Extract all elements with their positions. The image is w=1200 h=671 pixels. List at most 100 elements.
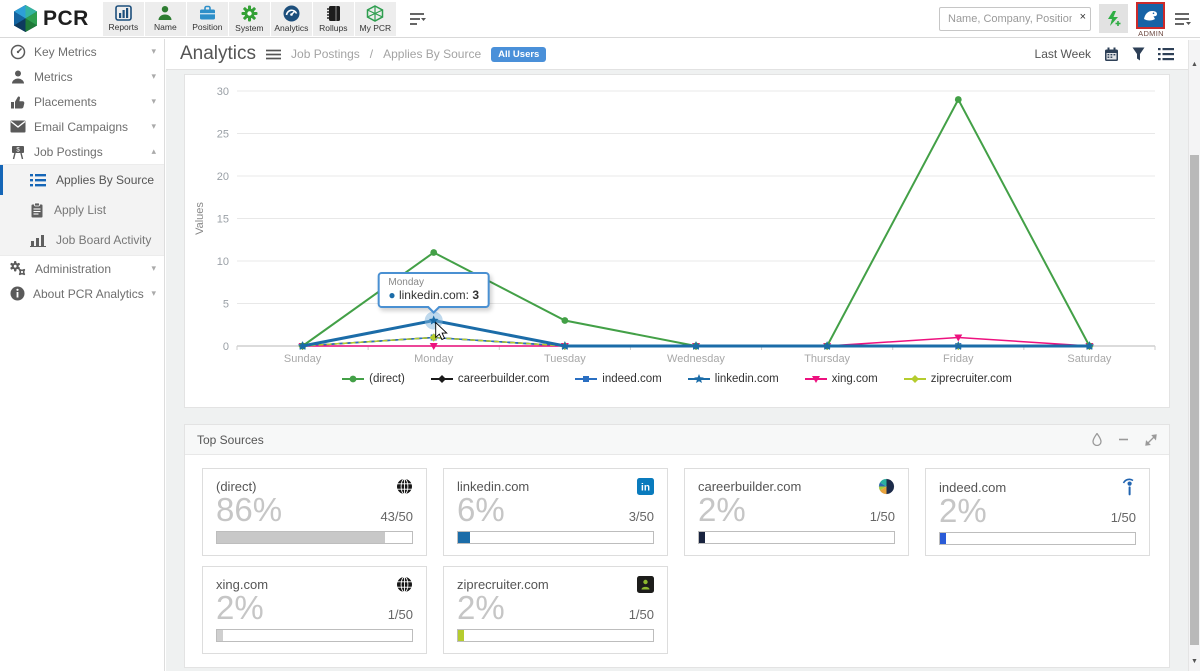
chevron-down-icon: ▾	[151, 46, 156, 56]
source-card[interactable]: careerbuilder.com 2% 1/50	[684, 468, 909, 556]
sidebar-item-label: Metrics	[34, 69, 73, 84]
hexagon-icon	[367, 4, 384, 22]
envelope-icon	[10, 120, 26, 133]
date-range-label[interactable]: Last Week	[1035, 47, 1091, 61]
svg-text:Values: Values	[194, 202, 206, 235]
legend-label: ziprecruiter.com	[930, 373, 1012, 385]
list-view-icon[interactable]	[1158, 47, 1174, 61]
calendar-icon[interactable]	[1104, 47, 1119, 62]
legend-item[interactable]: ziprecruiter.com	[903, 373, 1012, 385]
indeed-icon	[1122, 478, 1134, 496]
vertical-scrollbar[interactable]: ▲ ▼	[1188, 40, 1200, 671]
search-input[interactable]	[939, 6, 1091, 31]
sidebar-item-label: Email Campaigns	[34, 119, 129, 134]
nav-button-reports[interactable]: Reports	[102, 1, 144, 36]
nav-button-system[interactable]: System	[228, 1, 270, 36]
breadcrumb-page: Applies By Source	[383, 47, 482, 61]
droplet-icon[interactable]	[1092, 433, 1102, 446]
nav-button-name[interactable]: Name	[144, 1, 186, 36]
sidebar-item-job-board-activity[interactable]: Job Board Activity	[0, 225, 164, 255]
sidebar-item-label: About PCR Analytics	[33, 286, 144, 301]
breadcrumb-section[interactable]: Job Postings	[291, 47, 360, 61]
sidebar-item-label: Job Postings	[34, 144, 103, 159]
nav-button-my-pcr[interactable]: My PCR	[354, 1, 396, 36]
nav-button-label: Name	[154, 22, 177, 32]
all-users-badge[interactable]: All Users	[491, 46, 547, 62]
legend-item[interactable]: xing.com	[804, 373, 878, 385]
sidebar-item-about-pcr-analytics[interactable]: About PCR Analytics ▾	[0, 281, 164, 306]
sidebar-item-apply-list[interactable]: Apply List	[0, 195, 164, 225]
svg-text:Friday: Friday	[943, 353, 974, 365]
svg-text:15: 15	[217, 214, 229, 226]
svg-text:10: 10	[217, 256, 229, 268]
sidebar-item-email-campaigns[interactable]: Email Campaigns ▾	[0, 114, 164, 139]
main-content: Analytics Job Postings / Applies By Sour…	[166, 39, 1188, 671]
gear-icon	[241, 5, 258, 21]
linkedin-icon: in	[637, 478, 654, 495]
scrollbar-thumb[interactable]	[1190, 155, 1199, 645]
collapse-icon[interactable]	[1118, 434, 1129, 445]
svg-text:20: 20	[217, 171, 229, 183]
svg-text:Monday: Monday	[414, 353, 454, 365]
gauge-icon	[283, 5, 300, 21]
clear-search-icon[interactable]: ×	[1080, 11, 1086, 23]
person-icon	[12, 70, 24, 83]
global-search: ×	[939, 6, 1091, 31]
sidebar-item-label: Placements	[34, 94, 97, 109]
globe-icon	[397, 478, 412, 495]
tooltip-value: 3	[472, 287, 480, 302]
nav-button-rollups[interactable]: Rollups	[312, 1, 354, 36]
legend-item[interactable]: (direct)	[342, 373, 405, 385]
list-caret-icon[interactable]	[1174, 12, 1192, 26]
source-card[interactable]: linkedin.com in 6% 3/50	[443, 468, 668, 556]
scroll-up-icon[interactable]: ▲	[1189, 58, 1200, 72]
source-card[interactable]: (direct) 86% 43/50	[202, 468, 427, 556]
nav-button-analytics[interactable]: Analytics	[270, 1, 312, 36]
careerbuilder-icon	[878, 478, 895, 495]
nav-button-label: Reports	[108, 22, 139, 32]
sidebar-item-applies-by-source[interactable]: Applies By Source	[0, 165, 164, 195]
admin-user-button[interactable]: ADMIN	[1136, 1, 1166, 38]
legend-marker-icon	[804, 376, 827, 383]
legend-item[interactable]: careerbuilder.com	[430, 373, 549, 385]
sidebar-item-placements[interactable]: Placements ▾	[0, 89, 164, 114]
legend-item[interactable]: indeed.com	[575, 373, 662, 385]
hamburger-icon[interactable]	[266, 49, 282, 60]
scroll-down-icon[interactable]: ▼	[1189, 655, 1200, 669]
applies-by-source-chart[interactable]: 0 5 10 15 20 25 30 Values Sunday Monday Tuesday Wed…	[185, 75, 1170, 371]
pcr-logo[interactable]: PCR	[12, 4, 89, 33]
signpost-icon: $	[12, 145, 24, 159]
sidebar-item-job-postings[interactable]: $ Job Postings ▴	[0, 139, 164, 164]
source-fraction: 1/50	[1110, 509, 1136, 525]
chevron-down-icon: ▾	[151, 96, 156, 106]
legend-item[interactable]: linkedin.com	[687, 373, 779, 385]
source-percent: 6%	[457, 491, 505, 528]
bar-chart-icon	[30, 235, 46, 247]
chart-panel: 0 5 10 15 20 25 30 Values Sunday Monday Tuesday Wed…	[184, 74, 1170, 408]
svg-text:in: in	[641, 483, 650, 494]
nav-button-position[interactable]: Position	[186, 1, 228, 36]
sidebar-item-label: Apply List	[54, 203, 107, 217]
tooltip-series: linkedin.com:	[398, 287, 469, 302]
admin-label: ADMIN	[1138, 28, 1164, 38]
chevron-down-icon: ▾	[151, 288, 156, 298]
nav-button-label: Analytics	[274, 22, 309, 33]
sidebar-nav: Key Metrics ▾ Metrics ▾ Placements ▾ Ema…	[0, 39, 165, 671]
sidebar-item-administration[interactable]: Administration ▾	[0, 256, 164, 281]
page-title: Analytics	[180, 43, 257, 64]
bar-chart-icon	[115, 5, 132, 21]
gears-icon	[10, 261, 26, 276]
sidebar-item-metrics[interactable]: Metrics ▾	[0, 64, 164, 89]
svg-text:Tuesday: Tuesday	[544, 353, 586, 365]
source-card[interactable]: indeed.com 2% 1/50	[925, 468, 1150, 556]
source-progress-bar	[698, 530, 895, 544]
source-card[interactable]: ziprecruiter.com 2% 1/50	[443, 566, 668, 654]
menu-lines-icon[interactable]	[409, 12, 427, 26]
quick-add-button[interactable]	[1099, 4, 1128, 33]
filter-icon[interactable]	[1132, 47, 1145, 61]
sidebar-item-key-metrics[interactable]: Key Metrics ▾	[0, 39, 164, 64]
top-navbar: PCR Reports Name Position System Analyti…	[0, 0, 1200, 38]
source-card[interactable]: xing.com 2% 1/50	[202, 566, 427, 654]
top-sources-header: Top Sources	[185, 425, 1169, 455]
expand-icon[interactable]	[1145, 433, 1157, 446]
